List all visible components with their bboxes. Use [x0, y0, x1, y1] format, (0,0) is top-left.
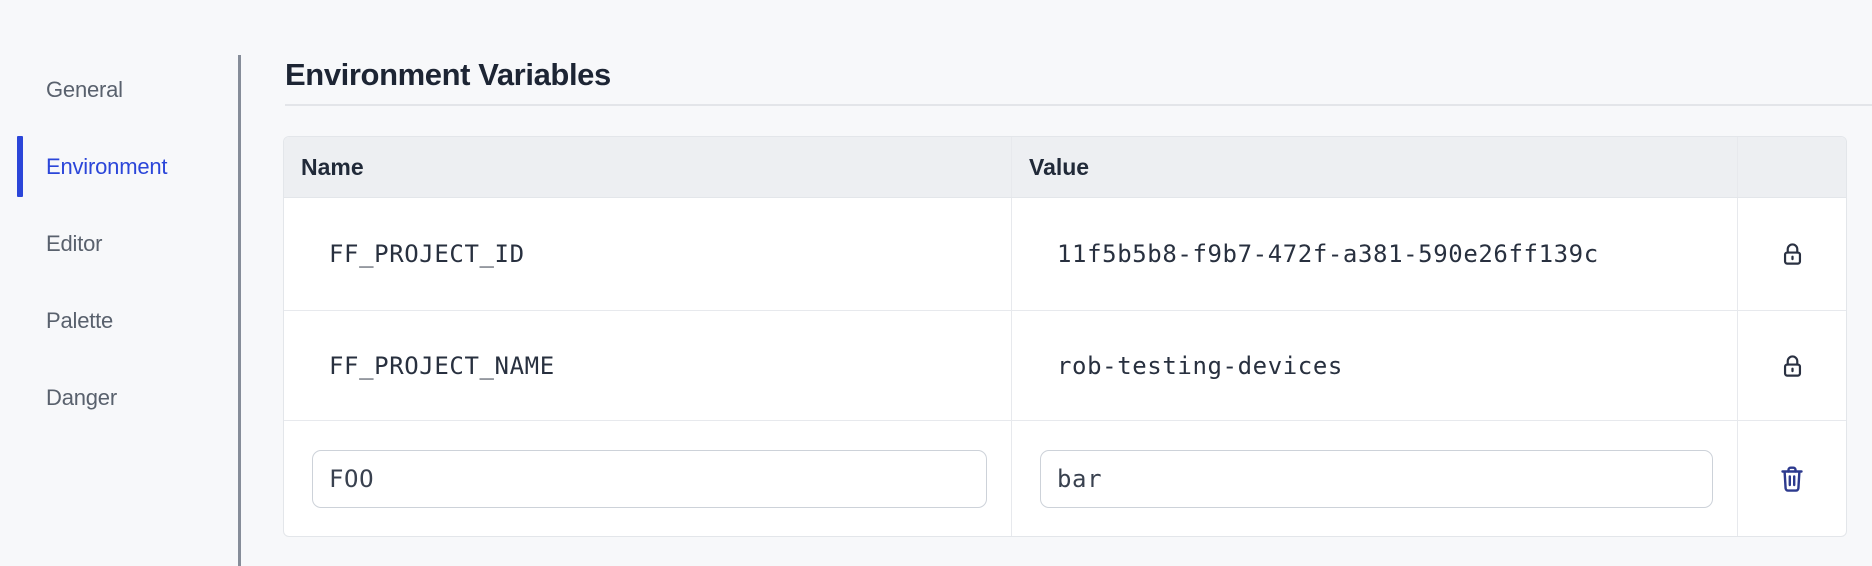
page-title: Environment Variables: [285, 57, 611, 92]
settings-sidebar: General Environment Editor Palette Dange…: [0, 59, 238, 444]
column-header-value: Value: [1012, 137, 1738, 197]
sidebar-item-label: General: [46, 76, 123, 102]
sidebar-item-label: Danger: [46, 384, 117, 410]
env-var-name: FF_PROJECT_NAME: [329, 351, 555, 380]
new-var-name-cell: [284, 421, 1012, 536]
active-indicator: [17, 136, 23, 197]
env-var-actions-cell: [1738, 311, 1846, 420]
sidebar-item-label: Palette: [46, 307, 114, 333]
column-header-actions: [1738, 137, 1846, 197]
trash-icon: [1781, 466, 1803, 492]
column-header-name: Name: [284, 137, 1012, 197]
sidebar-item-editor[interactable]: Editor: [0, 213, 238, 274]
environment-variables-table: Name Value FF_PROJECT_ID 11f5b5b8-f9b7-4…: [283, 136, 1847, 537]
env-var-name-cell: FF_PROJECT_ID: [284, 198, 1012, 310]
title-divider: [285, 104, 1872, 106]
env-var-actions-cell: [1738, 198, 1846, 310]
lock-icon: [1783, 243, 1801, 265]
sidebar-item-danger[interactable]: Danger: [0, 367, 238, 428]
sidebar-item-label: Editor: [46, 230, 103, 256]
settings-content: Environment Variables Name Value FF_PROJ…: [241, 0, 1872, 566]
sidebar-item-environment[interactable]: Environment: [0, 136, 238, 197]
env-var-value: 11f5b5b8-f9b7-472f-a381-590e26ff139c: [1057, 240, 1599, 268]
env-var-name-cell: FF_PROJECT_NAME: [284, 311, 1012, 420]
env-var-value: rob-testing-devices: [1057, 351, 1343, 380]
table-row: FF_PROJECT_NAME rob-testing-devices: [284, 310, 1846, 420]
new-var-name-input[interactable]: [312, 449, 987, 508]
delete-variable-button[interactable]: [1776, 461, 1808, 497]
table-row-new-variable: [284, 420, 1846, 536]
table-row: FF_PROJECT_ID 11f5b5b8-f9b7-472f-a381-59…: [284, 198, 1846, 310]
table-header-row: Name Value: [284, 137, 1846, 198]
new-var-value-cell: [1012, 421, 1738, 536]
env-var-value-cell: rob-testing-devices: [1012, 311, 1738, 420]
new-var-actions-cell: [1738, 421, 1846, 536]
new-var-value-input[interactable]: [1040, 449, 1713, 508]
lock-icon: [1783, 354, 1801, 377]
sidebar-item-label: Environment: [46, 153, 168, 179]
env-var-name: FF_PROJECT_ID: [329, 240, 525, 268]
sidebar-item-general[interactable]: General: [0, 59, 238, 120]
sidebar-item-palette[interactable]: Palette: [0, 290, 238, 351]
env-var-value-cell: 11f5b5b8-f9b7-472f-a381-590e26ff139c: [1012, 198, 1738, 310]
